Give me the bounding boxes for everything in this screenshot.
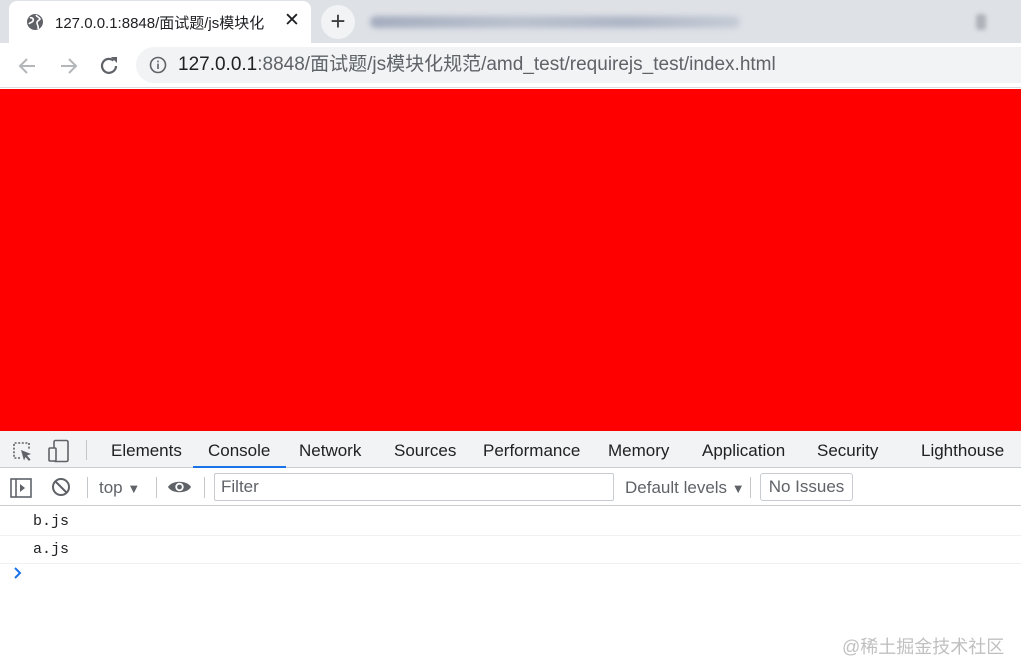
forward-arrow-icon[interactable] xyxy=(55,53,81,79)
tab-performance[interactable]: Performance xyxy=(483,431,580,468)
chevron-down-icon: ▼ xyxy=(731,481,745,496)
filter-input[interactable] xyxy=(214,473,614,501)
eye-icon[interactable] xyxy=(167,478,192,496)
device-toolbar-icon[interactable] xyxy=(48,439,70,463)
console-prompt-icon[interactable] xyxy=(11,566,25,580)
clear-console-icon[interactable] xyxy=(51,477,71,497)
console-message-text: b.js xyxy=(33,513,70,530)
blurred-tab-area xyxy=(370,16,740,28)
context-value: top xyxy=(99,478,123,497)
url-host: 127.0.0.1 xyxy=(178,54,258,75)
tab-network[interactable]: Network xyxy=(299,431,361,468)
tab-title: 127.0.0.1:8848/面试题/js模块化 xyxy=(55,15,265,32)
console-message-text: a.js xyxy=(33,541,70,558)
page-content xyxy=(0,89,1021,431)
chevron-down-icon: ▼ xyxy=(127,481,141,496)
toolbar-divider xyxy=(87,477,88,498)
tab-sources[interactable]: Sources xyxy=(394,431,456,468)
toolbar-divider xyxy=(86,440,87,460)
toolbar-divider xyxy=(750,477,751,498)
tab-security[interactable]: Security xyxy=(817,431,878,468)
tab-elements[interactable]: Elements xyxy=(111,431,182,468)
inspect-element-icon[interactable] xyxy=(11,440,33,462)
tab-memory[interactable]: Memory xyxy=(608,431,669,468)
tab-strip: 127.0.0.1:8848/面试题/js模块化 ✕ + xyxy=(0,0,1021,43)
tab-lighthouse[interactable]: Lighthouse xyxy=(921,431,1004,468)
watermark: @稀土掘金技术社区 xyxy=(842,637,1005,657)
tab-console[interactable]: Console xyxy=(193,431,287,468)
devtools-tabbar: Elements Console Network Sources Perform… xyxy=(0,431,1021,468)
log-levels-dropdown[interactable]: Default levels ▼ xyxy=(625,477,745,499)
log-levels-value: Default levels xyxy=(625,478,728,497)
browser-tab[interactable]: 127.0.0.1:8848/面试题/js模块化 ✕ xyxy=(9,1,311,43)
console-message: b.js xyxy=(0,508,1021,536)
info-icon[interactable] xyxy=(149,56,167,74)
console-output[interactable]: b.js a.js @稀土掘金技术社区 xyxy=(0,506,1021,657)
reload-icon[interactable] xyxy=(96,53,122,79)
back-arrow-icon[interactable] xyxy=(15,53,41,79)
tab-application[interactable]: Application xyxy=(702,431,785,468)
url-path: :8848/面试题/js模块化规范/amd_test/requirejs_tes… xyxy=(257,54,776,75)
address-bar[interactable]: 127.0.0.1:8848/面试题/js模块化规范/amd_test/requ… xyxy=(136,47,1021,83)
devtools-panel: Elements Console Network Sources Perform… xyxy=(0,431,1021,657)
issues-button[interactable]: No Issues xyxy=(760,473,853,501)
console-message: a.js xyxy=(0,536,1021,564)
new-tab-button[interactable]: + xyxy=(321,5,355,39)
show-sidebar-icon[interactable] xyxy=(10,478,32,498)
context-selector[interactable]: top ▼ xyxy=(99,477,140,499)
blurred-pin xyxy=(976,14,986,30)
toolbar-divider xyxy=(204,477,205,498)
url-text[interactable]: 127.0.0.1:8848/面试题/js模块化规范/amd_test/requ… xyxy=(178,53,776,77)
close-tab-icon[interactable]: ✕ xyxy=(281,10,303,32)
toolbar-divider xyxy=(156,477,157,498)
console-filter-bar: top ▼ Default levels ▼ No Issues xyxy=(0,468,1021,506)
globe-icon xyxy=(27,14,43,30)
browser-toolbar: 127.0.0.1:8848/面试题/js模块化规范/amd_test/requ… xyxy=(0,43,1021,88)
